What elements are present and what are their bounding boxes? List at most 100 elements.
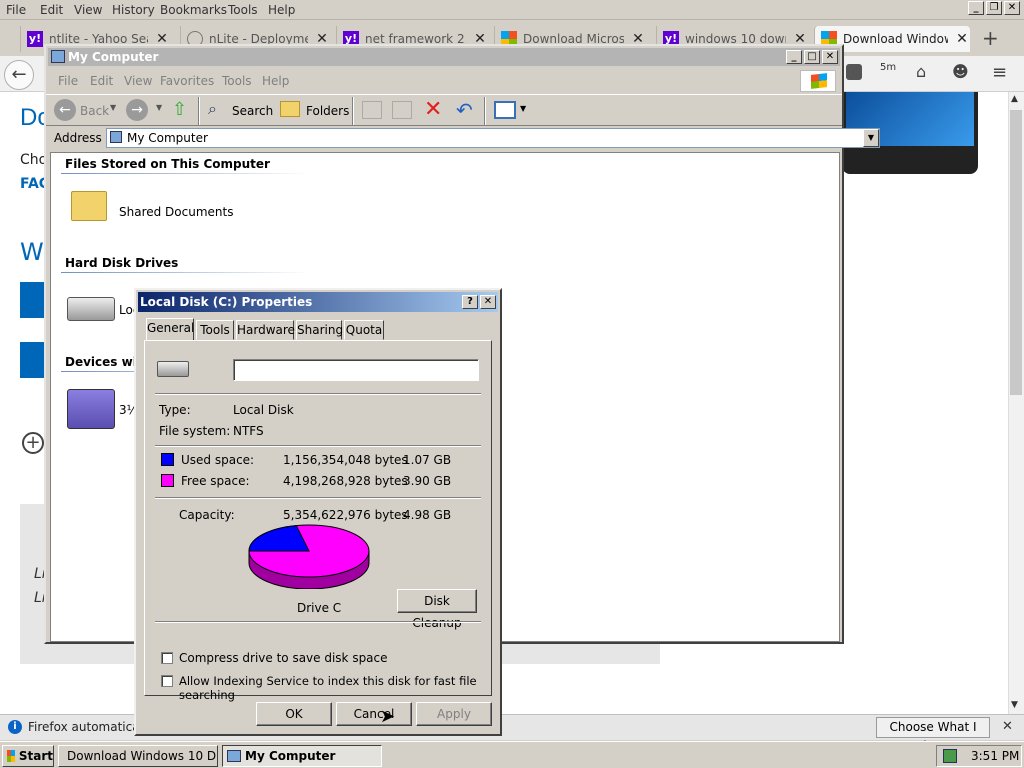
close-notification-icon[interactable]: ✕ <box>1002 719 1013 734</box>
cancel-button[interactable]: Cancel <box>336 702 412 726</box>
ok-button[interactable]: OK <box>256 702 332 726</box>
windows-logo-icon <box>7 750 15 762</box>
search-icon[interactable]: ⌕ <box>208 99 228 119</box>
window-title: My Computer <box>68 50 159 64</box>
home-icon[interactable]: ⌂ <box>916 62 926 81</box>
clock[interactable]: 3:51 PM <box>971 749 1019 763</box>
back-arrow-icon[interactable]: ← <box>54 99 76 121</box>
menu-view[interactable]: View <box>124 74 152 88</box>
menu-edit[interactable]: Edit <box>40 3 63 17</box>
folder-icon[interactable] <box>71 191 107 221</box>
filesystem-value: NTFS <box>233 424 264 438</box>
apply-button[interactable]: Apply <box>416 702 492 726</box>
minimize-button[interactable]: _ <box>786 50 802 64</box>
floppy-drive-icon[interactable] <box>67 389 115 429</box>
menu-history[interactable]: History <box>112 3 155 17</box>
back-arrow-icon[interactable]: ← <box>4 60 34 90</box>
menu-help[interactable]: Help <box>268 3 295 17</box>
new-tab-icon[interactable]: + <box>982 28 999 48</box>
tab-hardware[interactable]: Hardware <box>236 320 295 340</box>
explorer-toolbar: ← Back ▼ → ▼ ⇧ ⌕ Search Folders ✕ ↶ ▼ <box>46 94 842 126</box>
tab-quota[interactable]: Quota <box>344 320 384 340</box>
disk-properties-dialog: Local Disk (C:) Properties ? ✕ General T… <box>134 288 502 736</box>
timer-icon[interactable]: 5m <box>880 62 896 73</box>
dialog-titlebar[interactable]: Local Disk (C:) Properties ? ✕ <box>138 292 498 312</box>
menu-view[interactable]: View <box>74 3 102 17</box>
forward-dropdown-icon[interactable]: ▼ <box>156 103 162 112</box>
menu-file[interactable]: File <box>58 74 78 88</box>
group-title: Files Stored on This Computer <box>65 157 270 171</box>
window-titlebar[interactable]: My Computer _ □ ✕ <box>48 48 840 66</box>
scroll-up-icon[interactable]: ▲ <box>1011 94 1018 104</box>
computer-icon <box>227 750 241 762</box>
back-dropdown-icon[interactable]: ▼ <box>110 103 116 112</box>
capacity-gb: 4.98 GB <box>403 508 452 522</box>
disk-cleanup-button[interactable]: Disk Cleanup <box>397 589 477 630</box>
close-tab-icon[interactable]: ✕ <box>954 31 970 47</box>
compress-checkbox[interactable] <box>161 652 173 664</box>
menu-bookmarks[interactable]: Bookmarks <box>160 3 227 17</box>
taskbar-item-my-computer[interactable]: My Computer <box>222 745 382 767</box>
computer-icon <box>110 131 122 143</box>
copy-to-icon[interactable] <box>392 101 412 119</box>
menu-edit[interactable]: Edit <box>90 74 113 88</box>
start-button[interactable]: Start <box>2 745 54 767</box>
chat-icon[interactable]: ☻ <box>952 62 969 81</box>
used-gb: 1.07 GB <box>403 453 452 467</box>
tab-general[interactable]: General <box>146 318 194 340</box>
help-button[interactable]: ? <box>462 295 478 309</box>
move-to-icon[interactable] <box>362 101 382 119</box>
scrollbar-thumb[interactable] <box>1010 110 1022 395</box>
network-icon[interactable] <box>943 749 957 763</box>
hard-disk-icon[interactable] <box>67 297 115 321</box>
pocket-icon[interactable] <box>846 64 862 80</box>
close-button[interactable]: ✕ <box>480 295 496 309</box>
maximize-button[interactable]: □ <box>804 50 820 64</box>
search-button-label[interactable]: Search <box>232 104 273 118</box>
yahoo-icon: y! <box>27 31 43 47</box>
minimize-button[interactable]: _ <box>968 1 984 15</box>
forward-arrow-icon[interactable]: → <box>126 99 148 121</box>
general-tab-page: Type: Local Disk File system: NTFS Used … <box>144 340 492 702</box>
up-folder-icon[interactable]: ⇧ <box>172 99 192 121</box>
folders-button-label[interactable]: Folders <box>306 104 349 118</box>
taskbar: Start Download Windows 10 Di... My Compu… <box>0 741 1024 768</box>
back-button-label[interactable]: Back <box>80 104 109 118</box>
volume-label-input[interactable] <box>233 359 479 381</box>
folders-icon[interactable] <box>280 101 300 117</box>
address-dropdown-icon[interactable]: ▼ <box>863 129 879 147</box>
menu-tools[interactable]: Tools <box>228 3 258 17</box>
delete-icon[interactable]: ✕ <box>424 97 442 123</box>
menu-tools[interactable]: Tools <box>222 74 252 88</box>
computer-icon <box>51 50 65 63</box>
restore-button[interactable]: ❐ <box>986 1 1002 15</box>
taskbar-item-firefox[interactable]: Download Windows 10 Di... <box>58 745 218 767</box>
hamburger-menu-icon[interactable]: ≡ <box>992 62 1007 83</box>
firefox-window-controls: _ ❐ ✕ <box>968 1 1020 15</box>
views-dropdown-icon[interactable]: ▼ <box>520 104 526 113</box>
expand-plus-icon[interactable]: + <box>22 432 44 454</box>
views-icon[interactable] <box>494 101 516 119</box>
tab-sharing[interactable]: Sharing <box>296 320 343 340</box>
hard-disk-icon <box>157 361 189 377</box>
windows-flag-icon <box>800 70 836 92</box>
menu-help[interactable]: Help <box>262 74 289 88</box>
dialog-title: Local Disk (C:) Properties <box>140 295 313 309</box>
drive-label: Drive C <box>297 601 342 615</box>
choose-what-i-share-button[interactable]: Choose What I Share <box>876 717 990 753</box>
undo-icon[interactable]: ↶ <box>456 97 473 123</box>
tab-tools[interactable]: Tools <box>196 320 234 340</box>
address-value: My Computer <box>127 131 208 145</box>
close-button[interactable]: ✕ <box>1004 1 1020 15</box>
group-title: Hard Disk Drives <box>65 256 179 270</box>
used-bytes: 1,156,354,048 bytes <box>283 453 408 467</box>
shared-documents-label[interactable]: Shared Documents <box>119 205 233 219</box>
menu-favorites[interactable]: Favorites <box>160 74 214 88</box>
scroll-down-icon[interactable]: ▼ <box>1011 700 1018 710</box>
menu-file[interactable]: File <box>6 3 26 17</box>
address-label: Address <box>54 131 102 145</box>
address-bar[interactable]: My Computer ▼ <box>106 128 880 148</box>
firefox-menubar: File Edit View History Bookmarks Tools H… <box>0 0 1024 20</box>
close-button[interactable]: ✕ <box>822 50 838 64</box>
indexing-checkbox[interactable] <box>161 675 173 687</box>
